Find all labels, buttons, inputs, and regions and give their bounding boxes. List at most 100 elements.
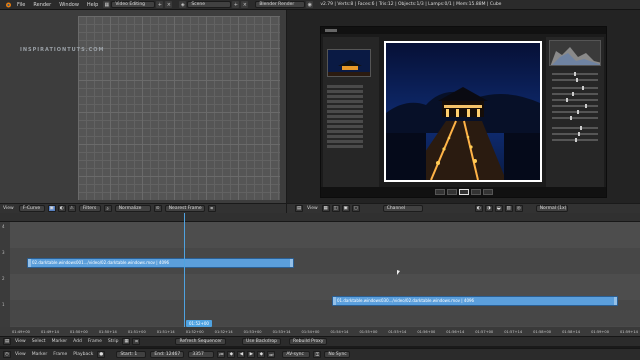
current-frame-field[interactable]: 3357 <box>188 351 215 358</box>
menu-window[interactable]: Window <box>55 2 83 8</box>
slider-clarity[interactable] <box>552 126 598 130</box>
rebuild-proxy-button[interactable]: Rebuild Proxy <box>288 338 328 345</box>
pivot-icon[interactable]: ⊙ <box>153 205 162 212</box>
seq-frame-menu[interactable]: Frame <box>88 339 102 344</box>
normalize-button[interactable]: Normalize <box>114 205 151 212</box>
tl-playback-menu[interactable]: Playback <box>73 352 93 357</box>
render-engine-select[interactable]: Blender Render <box>255 1 306 8</box>
display-mode-icon[interactable]: ▦ <box>321 205 330 212</box>
tl-marker-menu[interactable]: Marker <box>32 352 48 357</box>
slider-highlights[interactable] <box>552 98 598 102</box>
strip-left-handle[interactable] <box>333 297 336 305</box>
seq-strip-menu[interactable]: Strip <box>108 339 119 344</box>
slider-vibrance[interactable] <box>552 132 598 136</box>
mouse-cursor-icon <box>397 270 400 275</box>
editor-type-icon[interactable]: ▤ <box>3 338 11 345</box>
graph-mode-select[interactable]: F-Curve <box>18 205 45 212</box>
next-keyframe-icon[interactable]: ◆ <box>257 351 266 358</box>
strip-right-handle[interactable] <box>290 259 293 267</box>
luma-icon[interactable]: ◒ <box>494 205 503 212</box>
slider-blacks[interactable] <box>552 116 598 120</box>
sequencer-timeline[interactable]: 4 3 2 1 02.darktable.windows001.../video… <box>0 222 640 332</box>
channel-select[interactable]: Channel <box>382 205 423 212</box>
play-reverse-icon[interactable]: ◀ <box>237 351 246 358</box>
start-label: Start: <box>120 352 133 357</box>
strip-left-handle[interactable] <box>28 259 31 267</box>
seq-view-menu[interactable]: View <box>15 339 26 344</box>
vectorscope-icon[interactable]: ◎ <box>514 205 523 212</box>
view-type-icon[interactable]: ▦ <box>122 338 131 345</box>
graph-editor[interactable]: INSPIRATIONTUTS.COM 4800 5200 5400 5600 … <box>0 10 286 203</box>
snap-icon[interactable]: ⌗ <box>132 338 141 345</box>
playhead[interactable] <box>184 213 185 331</box>
refresh-sequencer-button[interactable]: Refresh Sequencer <box>175 338 226 345</box>
sync-select[interactable]: AV-sync <box>282 351 311 358</box>
movie-strip[interactable]: 02.darktable.windows001.../video/02.dark… <box>27 258 294 268</box>
remove-screen-icon[interactable]: × <box>165 1 173 8</box>
editor-type-icon[interactable]: ▤ <box>295 205 303 212</box>
add-scene-icon[interactable]: + <box>232 1 240 8</box>
only-selected-icon[interactable]: ▣ <box>47 205 56 212</box>
jump-start-icon[interactable]: ⏮ <box>217 351 226 358</box>
tl-frame-menu[interactable]: Frame <box>53 352 67 357</box>
menu-render[interactable]: Render <box>29 2 55 8</box>
app-logo-icon <box>325 29 337 32</box>
screen-layout-field[interactable]: Video Editing <box>111 1 156 8</box>
show-errors-icon[interactable]: ⚠ <box>67 205 76 212</box>
prev-keyframe-icon[interactable]: ◆ <box>227 351 236 358</box>
remove-scene-icon[interactable]: × <box>241 1 249 8</box>
histogram-icon[interactable]: ▥ <box>504 205 513 212</box>
graph-canvas[interactable] <box>78 16 280 200</box>
show-hidden-icon[interactable]: ◐ <box>57 205 66 212</box>
strip-right-handle[interactable] <box>614 297 617 305</box>
timecode-tick: 01:59+00 <box>591 329 610 334</box>
sequencer-top-strip <box>0 213 640 222</box>
seq-marker-menu[interactable]: Marker <box>52 339 68 344</box>
search-icon[interactable]: ⌕ <box>103 205 112 212</box>
snap-icon[interactable]: ⌗ <box>207 205 216 212</box>
display-size-select[interactable]: Normal (1x) <box>535 205 568 212</box>
alpha-icon[interactable]: ◑ <box>484 205 493 212</box>
slider-temp[interactable] <box>552 72 598 76</box>
screen-layout-icon[interactable]: ▦ <box>103 1 111 8</box>
scene-icon[interactable]: ◈ <box>179 1 187 8</box>
slider-shadows[interactable] <box>552 104 598 108</box>
add-screen-icon[interactable]: + <box>156 1 164 8</box>
graph-view-menu[interactable]: View <box>3 206 14 211</box>
sequencer-preview[interactable] <box>287 10 640 203</box>
play-icon[interactable]: ▶ <box>247 351 256 358</box>
overlay-icon[interactable]: ◫ <box>331 205 340 212</box>
editor-type-icon[interactable]: ◷ <box>3 351 11 358</box>
record-icon[interactable]: ● <box>97 351 106 358</box>
safe-areas-icon[interactable]: ◻ <box>351 205 360 212</box>
filmstrip <box>321 187 606 197</box>
start-frame-field[interactable]: Start: 1 <box>116 351 147 358</box>
timecode-ruler[interactable]: 01:49+00 01:49+14 01:50+00 01:50+14 01:51+00… <box>0 327 640 336</box>
scene-field[interactable]: Scene <box>187 1 232 8</box>
tl-view-menu[interactable]: View <box>15 352 26 357</box>
preview-view-menu[interactable]: View <box>307 206 318 211</box>
pivot-select[interactable]: Nearest Frame <box>164 205 205 212</box>
proxy-icon[interactable]: ▣ <box>341 205 350 212</box>
channel-number: 1 <box>2 302 5 307</box>
movie-strip[interactable]: 01.darktable.windows030.../video/02.dark… <box>332 296 618 306</box>
navigator-thumbnail <box>327 49 371 77</box>
filters-button[interactable]: Filters <box>78 205 101 212</box>
jump-end-icon[interactable]: ⏭ <box>267 351 276 358</box>
color-icon[interactable]: ◐ <box>474 205 483 212</box>
use-backdrop-toggle[interactable]: Use Backdrop <box>241 338 281 345</box>
slider-exposure[interactable] <box>552 86 598 90</box>
slider-tint[interactable] <box>552 78 598 82</box>
slider-contrast[interactable] <box>552 92 598 96</box>
keying-set-select[interactable]: No Sync <box>324 351 351 358</box>
seq-add-menu[interactable]: Add <box>73 339 82 344</box>
end-frame-field[interactable]: End: 12467 <box>150 351 185 358</box>
timecode-tick: 01:56+14 <box>446 329 465 334</box>
seq-select-menu[interactable]: Select <box>32 339 46 344</box>
blender-logo-icon[interactable] <box>3 1 13 9</box>
slider-saturation[interactable] <box>552 138 598 142</box>
menu-file[interactable]: File <box>13 2 29 8</box>
menu-help[interactable]: Help <box>83 2 102 8</box>
keying-icon[interactable]: ⚿ <box>313 351 322 358</box>
slider-whites[interactable] <box>552 110 598 114</box>
